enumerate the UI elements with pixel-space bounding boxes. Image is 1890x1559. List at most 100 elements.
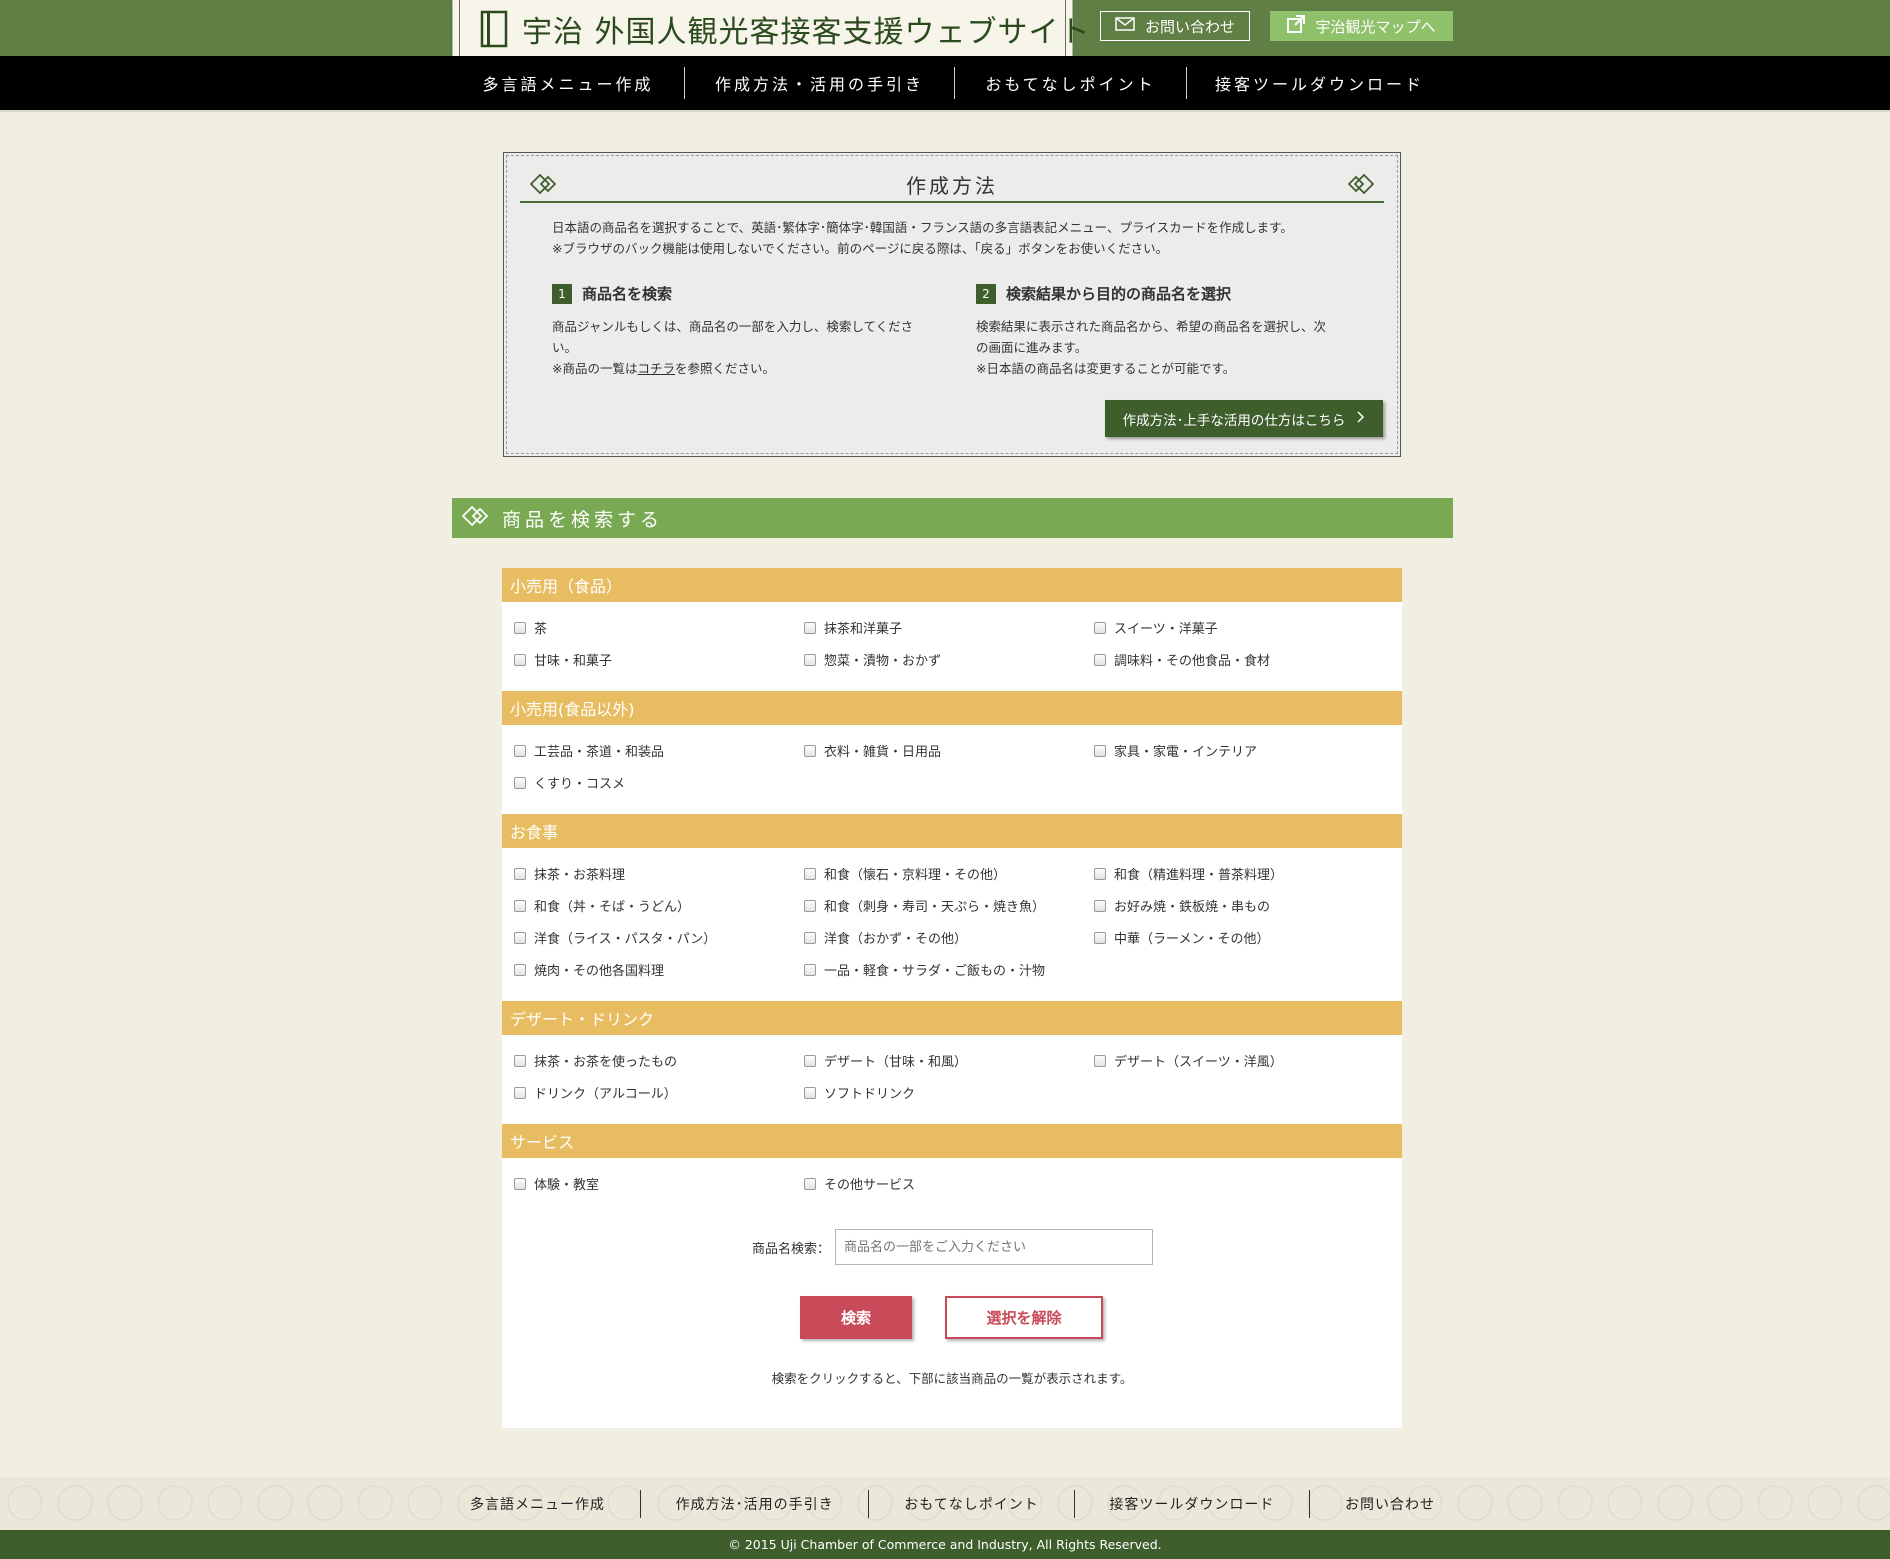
step-text: ※商品の一覧は — [552, 361, 638, 376]
checkbox-option[interactable]: 茶 — [514, 618, 547, 637]
checkbox-option[interactable]: 抹茶・お茶を使ったもの — [514, 1051, 677, 1070]
howto-title-row: 作成方法 — [520, 167, 1384, 203]
checkbox-option[interactable]: くすり・コスメ — [514, 773, 625, 792]
checkbox[interactable] — [514, 931, 526, 944]
checkbox-option[interactable]: 洋食（おかず・その他） — [804, 928, 967, 947]
checkbox-option[interactable]: 惣菜・漬物・おかず — [804, 650, 941, 669]
footer-nav: 多言語メニュー作成 作成方法･活用の手引き おもてなしポイント 接客ツールダウン… — [470, 1477, 1435, 1530]
checkbox-option[interactable]: 甘味・和菓子 — [514, 650, 612, 669]
checkbox[interactable] — [514, 899, 526, 912]
checkbox[interactable] — [804, 931, 816, 944]
search-button[interactable]: 検索 — [800, 1296, 912, 1339]
checkbox[interactable] — [514, 1054, 526, 1067]
step-1: 1 商品名を検索 商品ジャンルもしくは、商品名の一部を入力し、検索してくださ い… — [552, 283, 932, 379]
category-header-retail-food: 小売用（食品） — [502, 568, 1402, 602]
checkbox-option[interactable]: 工芸品・茶道・和装品 — [514, 741, 664, 760]
checkbox[interactable] — [1094, 867, 1106, 880]
search-input[interactable] — [835, 1229, 1153, 1265]
footer-divider — [639, 1489, 641, 1518]
checkbox-option[interactable]: 衣料・雑貨・日用品 — [804, 741, 941, 760]
footer-link-contact[interactable]: お問い合わせ — [1345, 1494, 1435, 1514]
checkbox[interactable] — [804, 1086, 816, 1099]
checkbox-option[interactable]: 和食（刺身・寿司・天ぷら・焼き魚） — [804, 896, 1045, 915]
diamond-ornament-icon — [1344, 173, 1375, 195]
checkbox[interactable] — [514, 1086, 526, 1099]
checkbox-option[interactable]: 和食（懐石・京料理・その他） — [804, 864, 1006, 883]
chevron-right-icon — [1357, 410, 1365, 427]
checkbox-option[interactable]: 家具・家電・インテリア — [1094, 741, 1257, 760]
checkbox[interactable] — [804, 1054, 816, 1067]
checkbox[interactable] — [514, 621, 526, 634]
checkbox-option[interactable]: 中華（ラーメン・その他） — [1094, 928, 1269, 947]
checkbox[interactable] — [804, 621, 816, 634]
step-text: ※日本語の商品名は変更することが可能です。 — [976, 361, 1236, 376]
nav-item-omotenashi[interactable]: おもてなしポイント — [955, 56, 1186, 110]
checkbox-option[interactable]: デザート（スイーツ・洋風） — [1094, 1051, 1283, 1070]
checkbox[interactable] — [1094, 744, 1106, 757]
step-text: 商品ジャンルもしくは、商品名の一部を入力し、検索してくださ — [552, 319, 914, 334]
checkbox[interactable] — [804, 653, 816, 666]
checkbox[interactable] — [1094, 653, 1106, 666]
section-title: 商品を検索する — [502, 508, 664, 531]
footer-link-guide[interactable]: 作成方法･活用の手引き — [676, 1494, 834, 1514]
checkbox[interactable] — [514, 867, 526, 880]
checkbox[interactable] — [804, 744, 816, 757]
checkbox[interactable] — [514, 776, 526, 789]
checkbox-option[interactable]: 和食（丼・そば・うどん） — [514, 896, 690, 915]
checkbox[interactable] — [514, 744, 526, 757]
checkbox[interactable] — [514, 963, 526, 976]
book-icon — [480, 9, 508, 49]
mail-icon — [1115, 17, 1135, 35]
checkbox-option[interactable]: ドリンク（アルコール） — [514, 1083, 677, 1102]
checkbox-option[interactable]: その他サービス — [804, 1174, 915, 1193]
intro-note: ※ブラウザのバック機能は使用しないでください。前のページに戻る際は、「戻る」ボタ… — [552, 241, 1169, 256]
checkbox[interactable] — [804, 867, 816, 880]
step-text: を参照ください。 — [675, 361, 776, 376]
checkbox[interactable] — [1094, 621, 1106, 634]
contact-button[interactable]: お問い合わせ — [1100, 11, 1250, 41]
footer-link-omotenashi[interactable]: おもてなしポイント — [904, 1494, 1038, 1514]
footer-link-menu-create[interactable]: 多言語メニュー作成 — [470, 1494, 605, 1514]
step-title: 商品名を検索 — [582, 285, 673, 303]
search-section-header: 商品を検索する — [452, 498, 1453, 538]
checkbox-option[interactable]: 体験・教室 — [514, 1174, 599, 1193]
checkbox[interactable] — [804, 963, 816, 976]
checkbox[interactable] — [1094, 931, 1106, 944]
copyright: © 2015 Uji Chamber of Commerce and Indus… — [0, 1530, 1890, 1559]
nav-item-download[interactable]: 接客ツールダウンロード — [1187, 56, 1452, 110]
checkbox[interactable] — [1094, 1054, 1106, 1067]
checkbox-option[interactable]: 洋食（ライス・パスタ・パン） — [514, 928, 716, 947]
checkbox-option[interactable]: 焼肉・その他各国料理 — [514, 960, 664, 979]
search-panel: 小売用（食品） 茶 抹茶和洋菓子 スイーツ・洋菓子 甘味・和菓子 惣菜・漬物・お… — [502, 568, 1402, 1428]
checkbox[interactable] — [1094, 899, 1106, 912]
checkbox-option[interactable]: 抹茶和洋菓子 — [804, 618, 902, 637]
footer-link-download[interactable]: 接客ツールダウンロード — [1109, 1494, 1274, 1514]
step-text: 検索結果に表示された商品名から、希望の商品名を選択し、次 — [976, 319, 1327, 334]
step-2: 2 検索結果から目的の商品名を選択 検索結果に表示された商品名から、希望の商品名… — [976, 283, 1356, 379]
map-button[interactable]: 宇治観光マップへ — [1270, 11, 1453, 41]
checkbox-option[interactable]: デザート（甘味・和風） — [804, 1051, 967, 1070]
step-number: 1 — [552, 283, 572, 304]
nav-item-guide[interactable]: 作成方法・活用の手引き — [685, 56, 954, 110]
map-label: 宇治観光マップへ — [1315, 17, 1436, 36]
product-list-link[interactable]: コチラ — [637, 361, 675, 376]
checkbox[interactable] — [514, 1177, 526, 1190]
clear-selection-button[interactable]: 選択を解除 — [945, 1296, 1103, 1339]
guide-button[interactable]: 作成方法･上手な活用の仕方はこちら — [1105, 400, 1383, 437]
checkbox-option[interactable]: お好み焼・鉄板焼・串もの — [1094, 896, 1270, 915]
checkbox-option[interactable]: 和食（精進料理・普茶料理） — [1094, 864, 1283, 883]
checkbox-option[interactable]: スイーツ・洋菓子 — [1094, 618, 1218, 637]
checkbox[interactable] — [804, 899, 816, 912]
diamond-ornament-icon — [529, 173, 560, 195]
guide-button-label: 作成方法･上手な活用の仕方はこちら — [1122, 412, 1346, 429]
category-header-retail-nonfood: 小売用(食品以外) — [502, 691, 1402, 725]
checkbox[interactable] — [804, 1177, 816, 1190]
checkbox[interactable] — [514, 653, 526, 666]
checkbox-option[interactable]: 一品・軽食・サラダ・ご飯もの・汁物 — [804, 960, 1045, 979]
checkbox-option[interactable]: ソフトドリンク — [804, 1083, 915, 1102]
nav-item-menu-create[interactable]: 多言語メニュー作成 — [452, 56, 684, 110]
checkbox-option[interactable]: 調味料・その他食品・食材 — [1094, 650, 1270, 669]
checkbox-option[interactable]: 抹茶・お茶料理 — [514, 864, 625, 883]
category-header-services: サービス — [502, 1124, 1402, 1158]
footer-divider — [868, 1489, 870, 1518]
